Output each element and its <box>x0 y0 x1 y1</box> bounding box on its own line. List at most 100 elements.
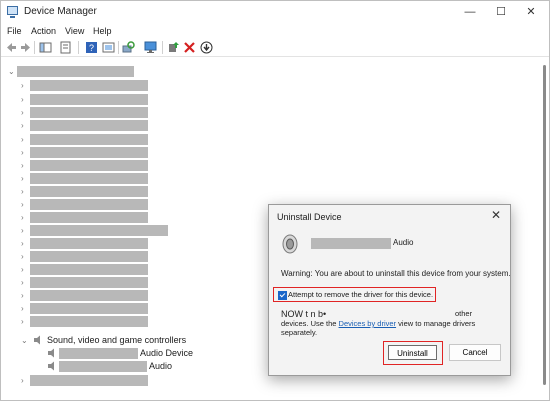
forward-icon[interactable] <box>19 41 32 54</box>
redacted-category <box>30 238 148 249</box>
toolbar-separator <box>34 41 35 54</box>
note-line-end: separately. <box>281 328 318 337</box>
remove-driver-checkbox-row[interactable]: Attempt to remove the driver for this de… <box>273 287 436 302</box>
chevron-right-icon[interactable]: › <box>21 374 24 387</box>
chevron-right-icon[interactable]: › <box>21 237 24 250</box>
maximize-button[interactable]: ☐ <box>487 3 515 21</box>
update-driver-icon[interactable] <box>167 41 180 54</box>
dialog-title: Uninstall Device <box>277 212 342 222</box>
tree-category-row[interactable]: › <box>1 172 541 185</box>
note-line-prefix: devices. Use the <box>281 319 339 328</box>
uninstall-button-highlight: Uninstall <box>383 341 443 365</box>
redacted-device-name <box>59 348 138 359</box>
redacted-computer-name <box>17 66 134 77</box>
speaker-icon <box>34 335 40 345</box>
menu-view[interactable]: View <box>65 26 84 36</box>
tree-category-row[interactable]: › <box>1 106 541 119</box>
remove-driver-checkbox[interactable] <box>278 291 287 300</box>
redacted-category <box>30 94 148 105</box>
menu-help[interactable]: Help <box>93 26 112 36</box>
toolbar: ? <box>1 39 549 57</box>
redacted-category <box>30 80 148 91</box>
chevron-right-icon[interactable]: › <box>21 315 24 328</box>
redacted-category <box>30 290 148 301</box>
cancel-button[interactable]: Cancel <box>449 344 501 361</box>
close-button[interactable]: ✕ <box>517 3 545 21</box>
tree-category-row[interactable]: › <box>1 185 541 198</box>
sound-category-label: Sound, video and game controllers <box>47 335 187 345</box>
redacted-category <box>30 277 148 288</box>
redacted-category <box>30 173 148 184</box>
speaker-icon <box>48 348 54 358</box>
redacted-category <box>30 160 148 171</box>
chevron-right-icon[interactable]: › <box>21 93 24 106</box>
toolbar-separator <box>162 41 163 54</box>
properties-icon[interactable] <box>59 41 72 54</box>
chevron-right-icon[interactable]: › <box>21 276 24 289</box>
redacted-device-name <box>311 238 391 249</box>
scrollbar-thumb[interactable] <box>543 65 546 385</box>
chevron-right-icon[interactable]: › <box>21 198 24 211</box>
uninstall-device-icon[interactable] <box>183 41 196 54</box>
scan-hardware-icon[interactable] <box>122 41 135 54</box>
toolbar-separator <box>78 41 79 54</box>
chevron-right-icon[interactable]: › <box>21 250 24 263</box>
chevron-down-icon[interactable]: ⌄ <box>8 65 15 78</box>
menu-file[interactable]: File <box>7 26 22 36</box>
svg-text:?: ? <box>89 43 94 53</box>
audio-device-label: Audio <box>149 361 173 371</box>
chevron-right-icon[interactable]: › <box>21 172 24 185</box>
remove-driver-checkbox-label[interactable]: Attempt to remove the driver for this de… <box>288 290 433 299</box>
chevron-right-icon[interactable]: › <box>21 106 24 119</box>
tree-category-row[interactable]: › <box>1 146 541 159</box>
uninstall-button[interactable]: Uninstall <box>388 345 437 360</box>
redacted-category <box>30 199 148 210</box>
chevron-right-icon[interactable]: › <box>21 224 24 237</box>
tree-category-row[interactable]: › <box>1 133 541 146</box>
note-other-text: other <box>455 309 473 318</box>
redacted-category <box>30 375 148 386</box>
back-icon[interactable] <box>5 41 18 54</box>
chevron-right-icon[interactable]: › <box>21 289 24 302</box>
note-line-suffix: view to manage drivers <box>396 319 476 328</box>
tree-category-row[interactable]: › <box>1 93 541 106</box>
speaker-icon <box>48 361 54 371</box>
tree-category-row[interactable]: › <box>1 159 541 172</box>
chevron-down-icon[interactable]: ⌄ <box>21 334 28 347</box>
tree-root-row[interactable]: ⌄ <box>1 65 541 78</box>
chevron-right-icon[interactable]: › <box>21 146 24 159</box>
chevron-right-icon[interactable]: › <box>21 302 24 315</box>
menu-bar: File Action View Help <box>1 24 549 38</box>
monitor-icon[interactable] <box>144 41 157 54</box>
devices-by-driver-link[interactable]: Devices by driver <box>339 319 397 328</box>
vertical-scrollbar[interactable] <box>542 57 548 399</box>
disable-device-icon[interactable] <box>200 41 213 54</box>
device-manager-window: Device Manager — ☐ ✕ File Action View He… <box>0 0 550 401</box>
chevron-right-icon[interactable]: › <box>21 119 24 132</box>
menu-action[interactable]: Action <box>31 26 56 36</box>
chevron-right-icon[interactable]: › <box>21 79 24 92</box>
window-title: Device Manager <box>24 6 97 17</box>
redacted-category <box>30 186 148 197</box>
chevron-right-icon[interactable]: › <box>21 185 24 198</box>
dialog-close-button[interactable]: ✕ <box>491 208 501 222</box>
view-icon[interactable] <box>102 41 115 54</box>
chevron-right-icon[interactable]: › <box>21 133 24 146</box>
tree-category-row[interactable]: › <box>1 79 541 92</box>
title-bar: Device Manager — ☐ ✕ <box>1 1 549 23</box>
show-hide-console-tree-icon[interactable] <box>39 41 52 54</box>
help-icon[interactable]: ? <box>85 41 98 54</box>
redacted-category <box>30 225 168 236</box>
redacted-category <box>30 120 148 131</box>
minimize-button[interactable]: — <box>456 3 484 21</box>
redacted-category <box>30 107 148 118</box>
uninstall-device-dialog: Uninstall Device ✕ Audio Warning: You ar… <box>268 204 511 376</box>
chevron-right-icon[interactable]: › <box>21 211 24 224</box>
chevron-right-icon[interactable]: › <box>21 159 24 172</box>
tree-category-row[interactable]: › <box>1 119 541 132</box>
chevron-right-icon[interactable]: › <box>21 263 24 276</box>
redacted-category <box>30 134 148 145</box>
audio-device-label: Audio Device <box>140 348 194 358</box>
speaker-icon <box>282 234 298 254</box>
toolbar-separator <box>118 41 119 54</box>
